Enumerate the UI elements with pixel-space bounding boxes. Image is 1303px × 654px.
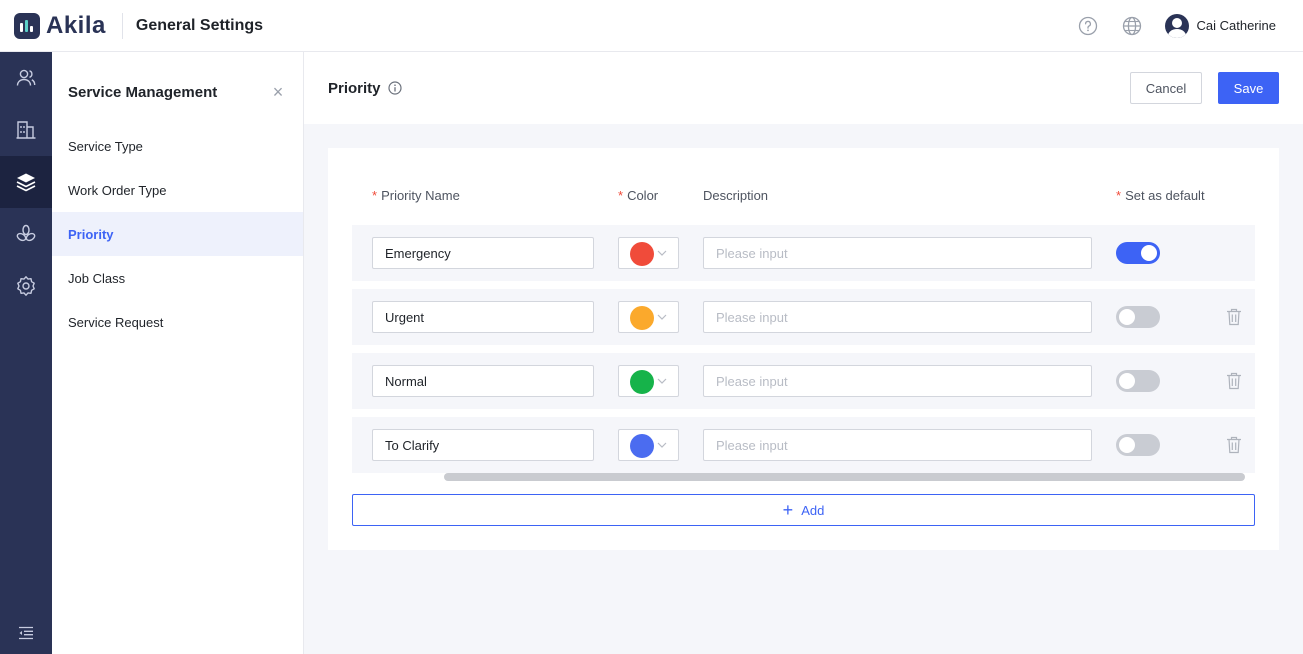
column-label: Priority Name xyxy=(381,188,460,203)
cancel-button[interactable]: Cancel xyxy=(1130,72,1202,104)
collapse-menu-button[interactable] xyxy=(0,626,52,640)
info-icon[interactable] xyxy=(387,81,402,95)
trash-icon[interactable] xyxy=(1226,308,1242,326)
column-header-priority-name: * Priority Name xyxy=(372,188,460,203)
horizontal-scrollbar[interactable] xyxy=(444,473,1245,481)
default-toggle[interactable] xyxy=(1116,434,1160,456)
flower-icon xyxy=(16,224,36,242)
color-swatch xyxy=(630,434,654,458)
table-row: To Clarify Please input xyxy=(352,417,1255,473)
app-logo[interactable]: Akila xyxy=(14,12,106,40)
table-row: Normal Please input xyxy=(352,353,1255,409)
color-select[interactable] xyxy=(618,365,679,397)
priority-name-input[interactable]: To Clarify xyxy=(372,429,594,461)
priority-name-input[interactable]: Urgent xyxy=(372,301,594,333)
header-divider xyxy=(121,12,123,39)
close-icon[interactable]: × xyxy=(269,82,287,103)
table-row: Emergency Please input xyxy=(352,225,1255,281)
subnav-item-priority[interactable]: Priority xyxy=(52,212,303,256)
subnav-item-work-order-type[interactable]: Work Order Type xyxy=(52,168,303,212)
page-title: Priority xyxy=(328,79,381,97)
user-name[interactable]: Cai Catherine xyxy=(1197,18,1277,33)
logo-text: Akila xyxy=(46,11,106,39)
trash-icon[interactable] xyxy=(1226,372,1242,390)
subnav-item-service-type[interactable]: Service Type xyxy=(52,124,303,168)
required-mark: * xyxy=(372,188,378,203)
description-input[interactable]: Please input xyxy=(703,237,1092,269)
column-header-description: Description xyxy=(703,188,768,203)
user-avatar[interactable] xyxy=(1164,13,1189,38)
default-toggle[interactable] xyxy=(1116,306,1160,328)
subnav-title: Service Management xyxy=(68,83,218,101)
trash-icon[interactable] xyxy=(1226,436,1242,454)
color-select[interactable] xyxy=(618,237,679,269)
main-content: Priority Cancel Save * Priority Name * Col… xyxy=(304,52,1303,654)
users-icon xyxy=(16,69,36,86)
layers-icon xyxy=(16,173,36,192)
icon-rail xyxy=(0,52,52,654)
rail-item-settings[interactable] xyxy=(0,260,52,312)
column-label: Description xyxy=(703,188,769,203)
table-row: Urgent Please input xyxy=(352,289,1255,345)
plus-icon: + xyxy=(782,500,794,520)
column-label: Set as default xyxy=(1125,188,1205,203)
column-label: Color xyxy=(627,188,659,203)
color-swatch xyxy=(630,370,654,394)
column-header-set-as-default: * Set as default xyxy=(1116,188,1205,203)
color-swatch xyxy=(630,306,654,330)
gear-icon xyxy=(17,276,35,296)
service-management-nav: Service Management × Service Type Work O… xyxy=(52,52,304,654)
building-icon xyxy=(16,121,36,139)
collapse-menu-icon xyxy=(19,626,33,640)
color-select[interactable] xyxy=(618,429,679,461)
header-title: General Settings xyxy=(135,16,264,34)
description-input[interactable]: Please input xyxy=(703,301,1092,333)
subnav-item-service-request[interactable]: Service Request xyxy=(52,300,303,344)
priority-name-input[interactable]: Emergency xyxy=(372,237,594,269)
color-select[interactable] xyxy=(618,301,679,333)
priority-name-input[interactable]: Normal xyxy=(372,365,594,397)
chevron-down-icon xyxy=(657,250,667,256)
logo-mark-icon xyxy=(14,12,40,39)
column-header-color: * Color xyxy=(618,188,658,203)
rail-item-services[interactable] xyxy=(0,208,52,260)
description-input[interactable]: Please input xyxy=(703,429,1092,461)
required-mark: * xyxy=(1116,188,1122,203)
color-swatch xyxy=(630,242,654,266)
top-header: Akila General Settings Cai Catherine xyxy=(0,0,1303,52)
chevron-down-icon xyxy=(657,442,667,448)
rail-item-building[interactable] xyxy=(0,104,52,156)
add-priority-button[interactable]: + Add xyxy=(352,494,1255,526)
description-input[interactable]: Please input xyxy=(703,365,1092,397)
required-mark: * xyxy=(618,188,624,203)
rail-item-layers[interactable] xyxy=(0,156,52,208)
chevron-down-icon xyxy=(657,314,667,320)
default-toggle[interactable] xyxy=(1116,242,1160,264)
save-button[interactable]: Save xyxy=(1218,72,1279,104)
globe-icon[interactable] xyxy=(1121,15,1143,37)
page-header: Priority Cancel Save xyxy=(304,52,1303,124)
rail-item-users[interactable] xyxy=(0,52,52,104)
subnav-item-job-class[interactable]: Job Class xyxy=(52,256,303,300)
add-label: Add xyxy=(801,502,825,518)
default-toggle[interactable] xyxy=(1116,370,1160,392)
help-circle-icon[interactable] xyxy=(1077,15,1099,37)
chevron-down-icon xyxy=(657,378,667,384)
priority-table-card: * Priority Name * Color Description * Set a… xyxy=(328,148,1279,550)
